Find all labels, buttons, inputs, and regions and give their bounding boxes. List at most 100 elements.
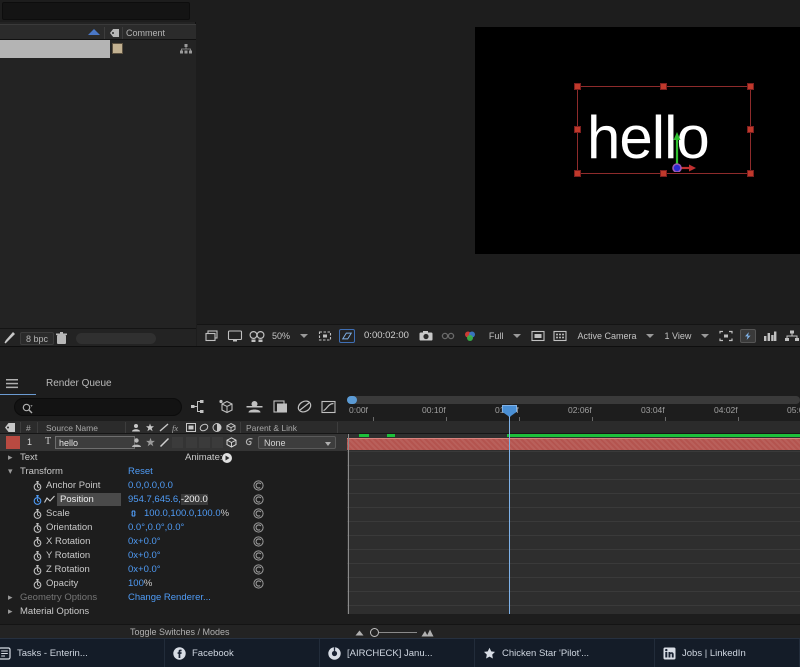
hierarchy-icon[interactable]	[180, 44, 192, 54]
layer-motionblur-switch-slot[interactable]	[199, 437, 210, 448]
motion-blur-icon[interactable]	[296, 399, 313, 415]
3d-layer-header-icon[interactable]	[226, 423, 236, 432]
graph-editor-property-icon[interactable]	[44, 495, 55, 504]
layer-adjustment-switch-slot[interactable]	[212, 437, 223, 448]
snapshot-camera-icon[interactable]	[418, 329, 434, 343]
project-item-row[interactable]	[0, 40, 196, 58]
scrollbar-left-handle[interactable]	[347, 396, 357, 404]
viewer-timecode[interactable]: 0:00:02:00	[358, 330, 415, 341]
playhead-line[interactable]	[509, 405, 510, 614]
layer-parent-pickwhip-icon[interactable]	[244, 437, 255, 448]
view-layout-chevron-icon[interactable]	[701, 334, 709, 338]
property-value[interactable]: 0x+0.0°	[128, 536, 161, 547]
layer-name-input[interactable]: hello	[55, 436, 135, 449]
sort-ascending-icon[interactable]	[88, 29, 100, 35]
change-renderer-link[interactable]: Change Renderer...	[128, 592, 211, 603]
property-value[interactable]: 0x+0.0°	[128, 550, 161, 561]
stereo-3d-icon[interactable]	[249, 329, 265, 343]
view-layout-value[interactable]: 1 View	[660, 331, 695, 341]
project-item-name-selected[interactable]	[0, 40, 110, 58]
transparency-grid-icon[interactable]	[339, 329, 355, 343]
property-row[interactable]: Orientation0.0°,0.0°,0.0°	[0, 521, 347, 535]
monitor-icon[interactable]	[227, 329, 243, 343]
property-group-transform[interactable]: ▾ Transform Reset	[0, 465, 347, 479]
expression-spiral-icon[interactable]	[253, 564, 264, 575]
material-options-disclosure-icon[interactable]: ▸	[8, 606, 13, 617]
toggle-switches-modes-button[interactable]: Toggle Switches / Modes	[130, 627, 230, 637]
effects-switch-header-icon[interactable]: fx	[172, 423, 178, 433]
timeline-horizontal-scrollbar[interactable]	[347, 396, 800, 404]
stopwatch-icon[interactable]	[33, 523, 42, 533]
draft-3d-icon[interactable]	[218, 399, 235, 415]
stopwatch-icon[interactable]	[33, 509, 42, 519]
layer-3d-switch-icon[interactable]	[226, 437, 237, 448]
expression-spiral-icon[interactable]	[253, 494, 264, 505]
project-list-body[interactable]	[0, 58, 196, 328]
timeline-zoom-track[interactable]	[379, 632, 417, 633]
property-group-material-options[interactable]: ▸ Material Options	[0, 605, 347, 619]
property-value[interactable]: 100.0,100.0,100.0%	[144, 508, 229, 519]
project-search-input[interactable]	[2, 2, 190, 20]
expression-spiral-icon[interactable]	[253, 550, 264, 561]
frame-blending-icon[interactable]	[272, 399, 289, 415]
property-value[interactable]: 0.0,0.0,0.0	[128, 480, 173, 491]
column-header-parent-link[interactable]: Parent & Link	[246, 423, 297, 433]
timeline-search-input[interactable]	[14, 398, 182, 416]
scale-link-icon[interactable]	[128, 510, 140, 517]
brush-icon[interactable]	[4, 332, 15, 344]
graph-editor-icon[interactable]	[320, 399, 337, 415]
selection-handle-tr[interactable]	[747, 83, 754, 90]
hide-shy-layers-icon[interactable]	[246, 399, 263, 415]
motion-blur-header-icon[interactable]	[199, 423, 209, 432]
pixel-aspect-icon[interactable]	[552, 329, 568, 343]
expression-spiral-icon[interactable]	[253, 522, 264, 533]
property-value[interactable]: 0.0°,0.0°,0.0°	[128, 522, 184, 533]
parent-link-dropdown[interactable]: None	[258, 436, 336, 449]
taskbar-item[interactable]: Jobs | LinkedIn	[655, 639, 800, 667]
stopwatch-icon[interactable]	[33, 579, 42, 589]
text-group-disclosure-icon[interactable]: ▸	[8, 452, 13, 463]
property-row[interactable]: Y Rotation0x+0.0°	[0, 549, 347, 563]
property-value[interactable]: 0x+0.0°	[128, 564, 161, 575]
fast-preview-icon[interactable]	[740, 329, 756, 343]
selection-handle-br[interactable]	[747, 170, 754, 177]
expression-spiral-icon[interactable]	[253, 536, 264, 547]
selection-handle-bl[interactable]	[574, 170, 581, 177]
animate-add-icon[interactable]	[222, 453, 232, 463]
layer-label-header-icon[interactable]	[5, 423, 15, 432]
taskbar-item[interactable]: Facebook	[165, 639, 320, 667]
timeline-tick-row[interactable]: 0:00f00:10f01:08f02:06f03:04f04:02f05:00…	[347, 405, 800, 421]
layer-quality-switch-icon[interactable]	[159, 437, 170, 448]
transform-reset-link[interactable]: Reset	[128, 466, 153, 477]
property-group-geometry-options[interactable]: ▸ Geometry Options Change Renderer...	[0, 591, 347, 605]
property-row[interactable]: Scale100.0,100.0,100.0%	[0, 507, 347, 521]
layer-effects-switch-slot[interactable]	[172, 437, 183, 448]
composition-mini-flowchart-icon[interactable]	[190, 399, 207, 415]
region-of-interest-icon[interactable]	[317, 329, 333, 343]
transform-group-disclosure-icon[interactable]: ▾	[8, 466, 13, 477]
project-item-color-swatch[interactable]	[112, 43, 123, 54]
show-snapshot-icon[interactable]	[440, 329, 456, 343]
property-row[interactable]: Opacity100%	[0, 577, 347, 591]
project-footer-pill[interactable]	[76, 333, 156, 344]
layer-duration-bar[interactable]	[347, 438, 800, 450]
layer-frameblend-switch-slot[interactable]	[186, 437, 197, 448]
delete-icon[interactable]	[56, 332, 67, 344]
main-viewer-icon[interactable]	[205, 329, 221, 343]
selection-handle-mr[interactable]	[747, 126, 754, 133]
property-group-text[interactable]: ▸ Text Animate:	[0, 451, 347, 465]
selection-handle-tc[interactable]	[660, 83, 667, 90]
viewer-stage[interactable]: hello	[197, 0, 800, 324]
camera-dropdown-chevron-icon[interactable]	[646, 334, 654, 338]
selection-handle-ml[interactable]	[574, 126, 581, 133]
column-header-comment[interactable]: Comment	[126, 28, 165, 38]
stopwatch-icon[interactable]	[33, 481, 42, 491]
zoom-dropdown-chevron-icon[interactable]	[300, 334, 308, 338]
property-row[interactable]: Anchor Point0.0,0.0,0.0	[0, 479, 347, 493]
comp-flowchart-icon[interactable]	[784, 329, 800, 343]
property-value[interactable]: 954.7,645.6,-200.0	[128, 494, 208, 505]
stopwatch-icon[interactable]	[33, 537, 42, 547]
property-value[interactable]: 100%	[128, 578, 152, 589]
stopwatch-icon[interactable]	[33, 551, 42, 561]
stopwatch-icon-active[interactable]	[33, 495, 42, 505]
